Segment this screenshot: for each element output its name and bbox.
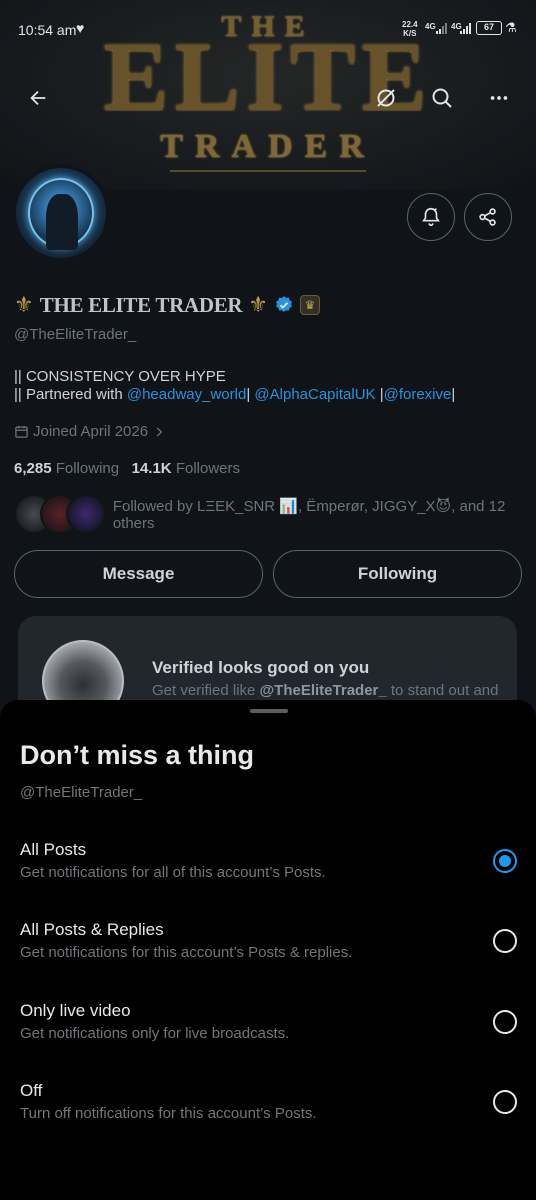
network-speed: 22.4 K/S — [402, 20, 418, 38]
radio-unselected[interactable] — [493, 929, 517, 953]
sheet-drag-handle[interactable] — [250, 709, 288, 713]
option-live-video[interactable]: Only live video Get notifications only f… — [0, 1001, 536, 1081]
search-icon — [432, 88, 452, 108]
promo-subtitle-handle: @TheEliteTrader_ — [259, 682, 387, 699]
more-icon — [490, 96, 508, 100]
promo-subtitle: Get verified like @TheEliteTrader_ to st… — [152, 682, 498, 699]
bio-text: || Partnered with — [14, 386, 127, 403]
profile-bio: || CONSISTENCY OVER HYPE || Partnered wi… — [14, 368, 455, 404]
option-all-posts-replies[interactable]: All Posts & Replies Get notifications fo… — [0, 920, 536, 1000]
radio-unselected[interactable] — [493, 1010, 517, 1034]
bio-separator: | — [451, 386, 456, 403]
bio-link-alphacapital[interactable]: @AlphaCapitalUK — [254, 386, 375, 403]
share-button[interactable] — [464, 193, 512, 241]
affiliate-badge-icon[interactable]: ♛ — [300, 295, 321, 315]
sheet-handle: @TheEliteTrader_ — [20, 784, 143, 801]
back-button[interactable] — [20, 80, 56, 116]
message-button[interactable]: Message — [14, 550, 263, 598]
bio-separator: | — [375, 386, 384, 403]
banner-text-trader: TRADER — [160, 128, 376, 165]
profile-handle: @TheEliteTrader_ — [14, 326, 137, 343]
following-button[interactable]: Following — [273, 550, 522, 598]
followers-link[interactable]: 14.1K Followers — [132, 460, 240, 477]
promo-title: Verified looks good on you — [152, 658, 370, 677]
bio-link-headway[interactable]: @headway_world — [127, 386, 246, 403]
notification-settings-sheet: Don’t miss a thing @TheEliteTrader_ All … — [0, 700, 536, 1200]
followed-by-text: Followed by LΞEK_SNR 📊, Ëmperør, JIGGY_X… — [112, 497, 506, 532]
option-description: Get notifications only for live broadcas… — [20, 1025, 290, 1042]
display-name: THE ELITE TRADER — [39, 292, 243, 317]
search-button[interactable] — [424, 80, 460, 116]
option-all-posts[interactable]: All Posts Get notifications for all of t… — [0, 840, 536, 920]
bio-line-1: || CONSISTENCY OVER HYPE — [14, 368, 226, 385]
following-label: Following — [55, 460, 120, 477]
follower-avatar — [66, 494, 106, 534]
option-label: All Posts & Replies — [20, 920, 164, 939]
option-description: Get notifications for this account’s Pos… — [20, 944, 353, 961]
fleur-de-lis-icon: ⚜ — [14, 292, 34, 317]
joined-label: Joined April 2026 — [33, 423, 149, 440]
display-name-row: ⚜ THE ELITE TRADER ⚜ ♛ — [14, 292, 321, 318]
status-time: 10:54 am — [18, 22, 77, 38]
bell-icon — [422, 207, 440, 227]
speed-value: 22.4 — [402, 20, 418, 29]
banner-divider — [170, 170, 366, 172]
profile-avatar[interactable] — [12, 164, 110, 262]
option-label: Off — [20, 1081, 43, 1100]
option-label: All Posts — [20, 840, 87, 859]
grok-icon — [377, 89, 395, 107]
avatar-figure — [46, 194, 78, 250]
notifications-button[interactable] — [407, 193, 455, 241]
chevron-right-icon — [156, 426, 163, 437]
fleur-de-lis-icon: ⚜ — [248, 292, 269, 317]
more-button[interactable] — [481, 80, 517, 116]
following-link[interactable]: 6,285 Following — [14, 460, 119, 477]
grok-button[interactable] — [368, 80, 404, 116]
option-off[interactable]: Off Turn off notifications for this acco… — [0, 1081, 536, 1161]
promo-subtitle-suffix: to stand out and — [386, 682, 499, 699]
radio-selected[interactable] — [493, 849, 517, 873]
bio-line-2: || Partnered with @headway_world | @Alpha… — [14, 386, 455, 404]
share-icon — [479, 208, 496, 226]
followers-count: 14.1K — [131, 460, 172, 477]
status-bar: 10:54 am ♥ 22.4 K/S 4G 4G 67 ⚗ — [0, 0, 536, 60]
joined-date[interactable]: Joined April 2026 — [14, 423, 166, 440]
following-count: 6,285 — [14, 460, 52, 477]
promo-subtitle-prefix: Get verified like — [152, 682, 260, 699]
signal-icon-1 — [436, 22, 447, 34]
calendar-icon — [15, 425, 28, 438]
sheet-title: Don’t miss a thing — [20, 740, 255, 770]
bio-link-forexive[interactable]: @forexive — [384, 386, 452, 403]
follower-avatars — [14, 494, 106, 534]
network-type-1: 4G — [425, 22, 436, 31]
followers-label: Followers — [175, 460, 240, 477]
heart-icon: ♥ — [76, 20, 85, 36]
back-arrow-icon — [30, 90, 46, 106]
follow-stats: 6,285 Following 14.1K Followers — [14, 460, 240, 477]
radio-unselected[interactable] — [493, 1090, 517, 1114]
option-label: Only live video — [20, 1001, 131, 1020]
option-description: Turn off notifications for this account’… — [20, 1105, 317, 1122]
verified-badge-icon[interactable] — [274, 295, 294, 315]
battery-icon: 67 — [476, 21, 502, 35]
signal-icon-2 — [460, 22, 471, 34]
option-description: Get notifications for all of this accoun… — [20, 864, 326, 881]
followed-by-row[interactable]: Followed by LΞEK_SNR 📊, Ëmperør, JIGGY_X… — [14, 494, 536, 534]
flask-icon: ⚗ — [505, 20, 517, 35]
speed-unit: K/S — [403, 29, 417, 38]
